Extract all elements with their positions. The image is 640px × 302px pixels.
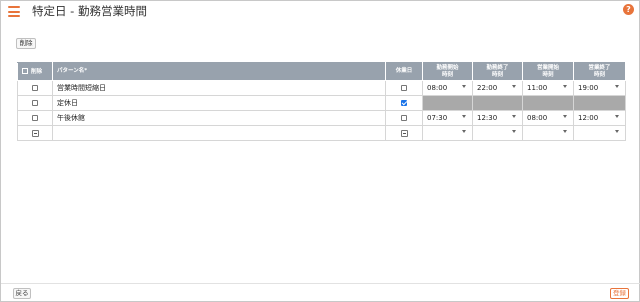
row-delete-cell xyxy=(17,95,53,111)
column-header-work-start-line2: 時刻 xyxy=(441,71,453,78)
row-delete-checkbox[interactable] xyxy=(32,85,38,91)
row-delete-cell xyxy=(17,110,53,126)
table-row: 定休日 xyxy=(17,95,626,111)
holiday-cell xyxy=(385,110,423,126)
work-start-value: 07:30 xyxy=(427,114,448,122)
holiday-cell xyxy=(385,95,423,111)
work-start-select[interactable] xyxy=(422,125,473,141)
row-delete-checkbox[interactable] xyxy=(32,100,38,106)
page-title: 特定日 - 勤務営業時間 xyxy=(32,4,147,18)
column-header-biz-end-line2: 時刻 xyxy=(593,71,605,78)
work-end-disabled xyxy=(472,95,523,111)
column-header-biz-start-line1: 営業開始 xyxy=(536,64,559,71)
work-end-value: 22:00 xyxy=(477,84,498,92)
biz-start-select[interactable] xyxy=(522,125,574,141)
work-end-select[interactable]: 12:30 xyxy=(472,110,523,126)
dropdown-caret-icon xyxy=(615,130,619,133)
biz-start-disabled xyxy=(522,95,574,111)
column-header-biz-end: 営業終了 時刻 xyxy=(573,62,626,81)
column-header-holiday: 休業日 xyxy=(385,62,423,81)
holiday-checkbox[interactable] xyxy=(401,85,407,91)
dropdown-caret-icon xyxy=(512,85,516,88)
column-header-work-start-line1: 勤務開始 xyxy=(436,64,459,71)
row-delete-cell xyxy=(17,125,53,141)
work-end-select[interactable]: 22:00 xyxy=(472,80,523,96)
biz-end-select[interactable] xyxy=(573,125,626,141)
app-window: 特定日 - 勤務営業時間 ? 削除 削除 パターン名* 休業日 勤務開始 時刻 勤… xyxy=(0,0,640,302)
column-header-biz-end-line1: 営業終了 xyxy=(588,64,611,71)
dropdown-caret-icon xyxy=(512,130,516,133)
pattern-name-cell[interactable]: 営業時間短縮日 xyxy=(52,80,386,96)
biz-end-value: 12:00 xyxy=(578,114,599,122)
table-row: 営業時間短縮日 08:00 22:00 11:00 19:00 xyxy=(17,80,626,96)
table-header-row: 削除 パターン名* 休業日 勤務開始 時刻 勤務終了 時刻 営業開始 時刻 営業終了時… xyxy=(17,62,626,81)
dropdown-caret-icon xyxy=(462,85,466,88)
holiday-cell xyxy=(385,80,423,96)
biz-end-disabled xyxy=(573,95,626,111)
work-start-select[interactable]: 07:30 xyxy=(422,110,473,126)
biz-start-value: 11:00 xyxy=(527,84,548,92)
holiday-indeterminate-checkbox[interactable] xyxy=(400,129,408,137)
dropdown-caret-icon xyxy=(512,115,516,118)
page-header: 特定日 - 勤務営業時間 ? xyxy=(1,1,640,23)
holiday-checkbox[interactable] xyxy=(401,115,407,121)
select-all-checkbox[interactable] xyxy=(22,67,28,74)
biz-start-value: 08:00 xyxy=(527,114,548,122)
pattern-name-cell[interactable]: 定休日 xyxy=(52,95,386,111)
work-end-select[interactable] xyxy=(472,125,523,141)
column-header-delete-label: 削除 xyxy=(31,68,43,75)
biz-end-value: 19:00 xyxy=(578,84,599,92)
holiday-cell xyxy=(385,125,423,141)
footer-divider xyxy=(1,283,640,284)
help-icon[interactable]: ? xyxy=(623,4,634,15)
column-header-pattern: パターン名* xyxy=(52,62,386,81)
dropdown-caret-icon xyxy=(563,130,567,133)
work-end-value: 12:30 xyxy=(477,114,498,122)
work-start-disabled xyxy=(422,95,473,111)
work-start-value: 08:00 xyxy=(427,84,448,92)
column-header-work-end-line2: 時刻 xyxy=(491,71,503,78)
holiday-checkbox-checked[interactable] xyxy=(401,100,407,106)
register-button[interactable]: 登録 xyxy=(610,288,629,299)
row-delete-cell xyxy=(17,80,53,96)
table-row-new xyxy=(17,125,626,141)
column-header-work-end: 勤務終了 時刻 xyxy=(472,62,523,81)
row-delete-checkbox[interactable] xyxy=(32,115,38,121)
delete-button[interactable]: 削除 xyxy=(16,38,36,49)
column-header-work-start: 勤務開始 時刻 xyxy=(422,62,473,81)
pattern-table: 削除 パターン名* 休業日 勤務開始 時刻 勤務終了 時刻 営業開始 時刻 営業終了時… xyxy=(17,62,626,141)
column-header-biz-start: 営業開始 時刻 xyxy=(522,62,574,81)
column-header-delete: 削除 xyxy=(17,62,53,81)
pattern-name-cell[interactable]: 午後休館 xyxy=(52,110,386,126)
dropdown-caret-icon xyxy=(462,115,466,118)
work-start-select[interactable]: 08:00 xyxy=(422,80,473,96)
dropdown-caret-icon xyxy=(563,85,567,88)
biz-end-select[interactable]: 19:00 xyxy=(573,80,626,96)
biz-start-select[interactable]: 11:00 xyxy=(522,80,574,96)
hamburger-menu-icon[interactable] xyxy=(8,6,20,17)
column-header-work-end-line1: 勤務終了 xyxy=(486,64,509,71)
row-indeterminate-checkbox[interactable] xyxy=(31,129,39,137)
dropdown-caret-icon xyxy=(615,85,619,88)
dropdown-caret-icon xyxy=(462,130,466,133)
biz-start-select[interactable]: 08:00 xyxy=(522,110,574,126)
pattern-name-cell[interactable] xyxy=(52,125,386,141)
dropdown-caret-icon xyxy=(563,115,567,118)
back-button[interactable]: 戻る xyxy=(13,288,31,299)
dropdown-caret-icon xyxy=(615,115,619,118)
table-row: 午後休館 07:30 12:30 08:00 12:00 xyxy=(17,110,626,126)
column-header-biz-start-line2: 時刻 xyxy=(542,71,554,78)
biz-end-select[interactable]: 12:00 xyxy=(573,110,626,126)
